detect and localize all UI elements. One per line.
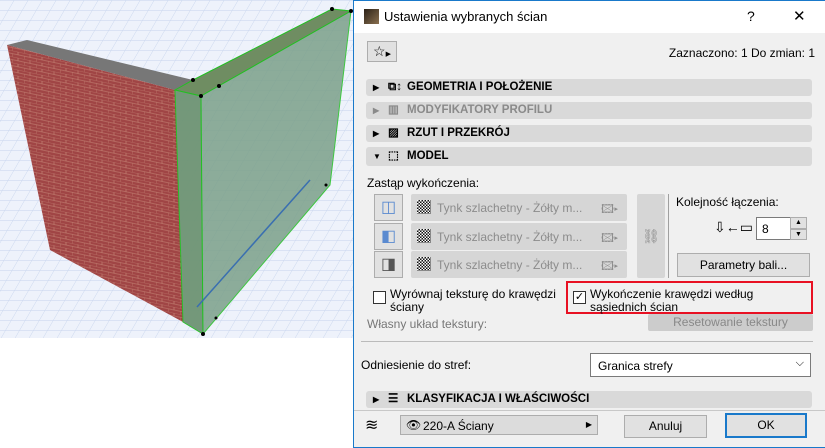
separator xyxy=(354,410,825,411)
surface-edge-button[interactable]: ◧ xyxy=(374,223,403,250)
reset-texture-button: Resetowanie tekstury xyxy=(648,314,813,331)
link-surfaces-button[interactable]: ⛓ xyxy=(637,194,665,278)
cancel-button[interactable]: Anuluj xyxy=(624,415,707,438)
caret-right-icon: ▶ xyxy=(385,51,391,58)
log-parameters-button[interactable]: Parametry bali... xyxy=(677,253,810,277)
zone-relation-select[interactable]: Granica strefy ⌵ xyxy=(590,353,811,377)
edge-finish-checkbox[interactable]: ✓ xyxy=(573,291,586,304)
custom-texture-label: Własny układ tekstury: xyxy=(367,317,488,331)
section-model[interactable]: ▼ ⬚ MODEL xyxy=(366,147,812,166)
section-geometry[interactable]: ▶ ⧉↕ GEOMETRIA I POŁOŻENIE xyxy=(366,79,812,96)
section-profile-modifiers: ▶ ▥ MODYFIKATORY PROFILU xyxy=(366,102,812,119)
selection-status: Zaznaczono: 1 Do zmian: 1 xyxy=(668,46,815,60)
3d-model-view xyxy=(0,0,353,338)
image-icon: 🖾▸ xyxy=(601,202,619,216)
surface-reference-side-button[interactable]: ◫ xyxy=(374,194,403,221)
hatch-icon: ▨ xyxy=(388,127,399,139)
ok-button[interactable]: OK xyxy=(725,413,807,438)
reference-side-icon: ◫ xyxy=(380,199,397,216)
model-box-icon: ⬚ xyxy=(388,150,399,162)
texture-swatch-icon xyxy=(417,257,431,271)
override-surfaces-label: Zastąp wykończenia: xyxy=(367,176,480,190)
chain-link-icon: ⛓ xyxy=(642,228,660,244)
join-order-label: Kolejność łączenia: xyxy=(676,195,779,209)
checkmark-icon: ✓ xyxy=(574,291,585,303)
opposite-side-icon: ◨ xyxy=(380,256,397,273)
geometry-icon: ⧉↕ xyxy=(388,81,402,93)
section-classification[interactable]: ▶ ☰ KLASYFIKACJA I WŁAŚCIWOŚCI xyxy=(366,391,812,408)
surface-field-2[interactable]: Tynk szlachetny - Żółty m... 🖾▸ xyxy=(411,223,627,250)
edge-surface-icon: ◧ xyxy=(380,228,397,245)
texture-swatch-icon xyxy=(417,229,431,243)
profile-icon: ▥ xyxy=(388,104,399,116)
join-order-input[interactable]: 8 xyxy=(756,217,791,240)
align-texture-label: Wyrównaj teksturę do krawędzi ściany xyxy=(390,287,556,314)
spinner-up-button[interactable]: ▲ xyxy=(790,217,807,229)
wall-settings-dialog: Ustawienia wybranych ścian ? ✕ ☆▶ Zaznac… xyxy=(353,0,825,448)
section-plan-section[interactable]: ▶ ▨ RZUT I PRZEKRÓJ xyxy=(366,125,812,142)
spinner-down-button[interactable]: ▼ xyxy=(790,229,807,240)
expand-arrow-icon: ▶ xyxy=(373,83,380,92)
expand-arrow-icon: ▶ xyxy=(373,106,380,115)
title-bar[interactable]: Ustawienia wybranych ścian ? ✕ xyxy=(354,1,825,33)
surface-field-1[interactable]: Tynk szlachetny - Żółty m... 🖾▸ xyxy=(411,194,627,221)
close-button[interactable]: ✕ xyxy=(793,7,806,25)
separator xyxy=(361,341,813,342)
favorites-button[interactable]: ☆▶ xyxy=(367,41,397,62)
document-icon: ☰ xyxy=(388,393,399,405)
dialog-title: Ustawienia wybranych ścian xyxy=(384,9,548,24)
surface-opposite-side-button[interactable]: ◨ xyxy=(374,251,403,278)
align-texture-checkbox[interactable] xyxy=(373,291,386,304)
texture-swatch-icon xyxy=(417,200,431,214)
image-icon: 🖾▸ xyxy=(601,231,619,245)
edge-finish-label: Wykończenie krawędzi według sąsiednich ś… xyxy=(590,287,754,314)
surface-field-3[interactable]: Tynk szlachetny - Żółty m... 🖾▸ xyxy=(411,251,627,278)
layers-icon: ≋ xyxy=(365,417,379,434)
join-order-icon: ⇩←▭ xyxy=(714,219,753,235)
expand-arrow-icon: ▶ xyxy=(373,395,380,404)
star-icon: ☆ xyxy=(373,43,386,59)
eye-icon: 👁 xyxy=(406,418,422,432)
expand-arrow-icon: ▶ xyxy=(373,129,380,138)
collapse-arrow-icon: ▼ xyxy=(373,152,381,161)
image-icon: 🖾▸ xyxy=(601,259,619,273)
caret-right-icon: ▶ xyxy=(585,420,592,429)
zone-relation-label: Odniesienie do stref: xyxy=(361,358,472,372)
divider xyxy=(668,194,669,278)
help-button[interactable]: ? xyxy=(747,8,755,24)
app-icon xyxy=(364,9,379,24)
3d-viewport[interactable] xyxy=(0,0,353,338)
chevron-down-icon: ⌵ xyxy=(795,357,804,369)
layer-select[interactable]: 👁 220-A Ściany ▶ xyxy=(400,415,598,435)
